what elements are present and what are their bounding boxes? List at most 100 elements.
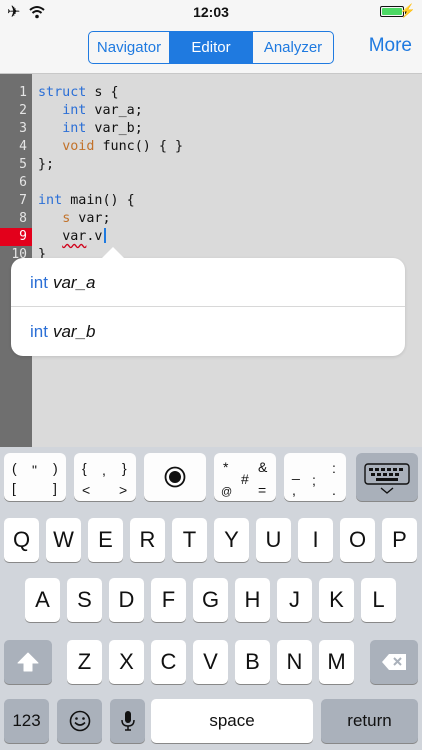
- keyword: int: [62, 103, 87, 118]
- completion-name: var_b: [52, 322, 96, 341]
- shift-key[interactable]: [4, 640, 52, 684]
- dictation-key[interactable]: [110, 699, 145, 743]
- key-k[interactable]: K: [319, 578, 354, 622]
- code-text: s {: [86, 85, 119, 100]
- key-u[interactable]: U: [256, 518, 291, 562]
- key-b[interactable]: B: [235, 640, 270, 684]
- code-text: var;: [70, 211, 111, 226]
- keyboard-hide-icon: [364, 463, 410, 494]
- key-v[interactable]: V: [193, 640, 228, 684]
- hide-keyboard-button[interactable]: [356, 453, 418, 501]
- key-s[interactable]: S: [67, 578, 102, 622]
- key-g[interactable]: G: [193, 578, 228, 622]
- status-time: 12:03: [193, 4, 229, 20]
- key-symbol: ": [32, 462, 37, 478]
- brackets-key[interactable]: ( " ) [ ]: [4, 453, 66, 501]
- key-t[interactable]: T: [172, 518, 207, 562]
- key-i[interactable]: I: [298, 518, 333, 562]
- line-number: 6: [19, 175, 27, 190]
- tab-analyzer[interactable]: Analyzer: [252, 32, 333, 63]
- autocomplete-popover: int var_a int var_b: [11, 247, 405, 356]
- code-line: int var_b;: [38, 120, 143, 138]
- key-n[interactable]: N: [277, 640, 312, 684]
- line-number: 4: [19, 139, 27, 154]
- key-z[interactable]: Z: [67, 640, 102, 684]
- key-symbol: >: [119, 482, 128, 498]
- key-h[interactable]: H: [235, 578, 270, 622]
- key-a[interactable]: A: [25, 578, 60, 622]
- key-symbol: ): [53, 460, 58, 476]
- key-symbol: .: [332, 482, 336, 498]
- key-r[interactable]: R: [130, 518, 165, 562]
- tab-navigator[interactable]: Navigator: [89, 32, 169, 63]
- key-l[interactable]: L: [361, 578, 396, 622]
- code-line: void func() { }: [38, 138, 183, 156]
- key-symbol: (: [12, 460, 17, 476]
- key-e[interactable]: E: [88, 518, 123, 562]
- line-number: 1: [19, 85, 27, 100]
- key-symbol: @: [221, 486, 233, 498]
- key-symbol: [: [12, 480, 16, 496]
- navigation-bar: Navigator Editor Analyzer More: [0, 24, 422, 74]
- charging-icon: ⚡: [399, 3, 416, 18]
- code-text: func() { }: [94, 139, 184, 154]
- shift-icon: [17, 652, 39, 672]
- completion-item[interactable]: int var_a: [11, 258, 405, 307]
- key-m[interactable]: M: [319, 640, 354, 684]
- keyword: int: [38, 193, 63, 208]
- code-line: };: [38, 157, 55, 172]
- line-number: 2: [19, 103, 27, 118]
- key-d[interactable]: D: [109, 578, 144, 622]
- return-key[interactable]: return: [321, 699, 418, 743]
- punctuation-key[interactable]: _ : ; , .: [284, 453, 346, 501]
- code-line: var.v: [38, 228, 106, 246]
- key-o[interactable]: O: [340, 518, 375, 562]
- key-symbol: =: [258, 482, 267, 498]
- tab-editor[interactable]: Editor: [169, 32, 252, 63]
- code-text: var_b;: [86, 121, 143, 136]
- keyboard: ( " ) [ ] { , } < > * & # @ = _ : ; , .: [0, 447, 422, 750]
- key-symbol: :: [332, 460, 336, 476]
- key-f[interactable]: F: [151, 578, 186, 622]
- key-symbol: _: [292, 464, 300, 480]
- line-number: 5: [19, 157, 27, 172]
- key-symbol: {: [82, 460, 87, 476]
- key-x[interactable]: X: [109, 640, 144, 684]
- key-y[interactable]: Y: [214, 518, 249, 562]
- key-q[interactable]: Q: [4, 518, 39, 562]
- braces-key[interactable]: { , } < >: [74, 453, 136, 501]
- code-line: struct s {: [38, 84, 119, 102]
- key-j[interactable]: J: [277, 578, 312, 622]
- key-symbol: ,: [292, 482, 296, 498]
- keyword: void: [62, 139, 95, 154]
- cursor-key[interactable]: [144, 453, 206, 501]
- text-cursor: [103, 228, 106, 243]
- code-line: int var_a;: [38, 102, 143, 120]
- completion-item[interactable]: int var_b: [11, 307, 405, 356]
- line-number: 8: [19, 211, 27, 226]
- key-symbol: <: [82, 482, 91, 498]
- code-text: main() {: [62, 193, 135, 208]
- key-symbol: ,: [102, 462, 106, 478]
- space-key[interactable]: space: [151, 699, 313, 743]
- completion-type: int: [30, 273, 48, 292]
- numbers-key[interactable]: 123: [4, 699, 49, 743]
- key-symbol: #: [241, 471, 249, 487]
- view-segmented-control: Navigator Editor Analyzer: [88, 31, 334, 64]
- more-button[interactable]: More: [369, 35, 412, 57]
- key-symbol: *: [223, 459, 229, 475]
- key-c[interactable]: C: [151, 640, 186, 684]
- code-text: .v: [86, 229, 103, 244]
- operators-key[interactable]: * & # @ =: [214, 453, 276, 501]
- key-w[interactable]: W: [46, 518, 81, 562]
- key-p[interactable]: P: [382, 518, 417, 562]
- key-symbol: }: [122, 460, 127, 476]
- emoji-key[interactable]: [57, 699, 102, 743]
- emoji-icon: [69, 710, 90, 732]
- record-icon: [164, 466, 186, 488]
- code-text: var_a;: [86, 103, 143, 118]
- code-line: int main() {: [38, 192, 135, 210]
- code-line: s var;: [38, 210, 111, 228]
- key-symbol: ]: [53, 480, 57, 496]
- delete-key[interactable]: [370, 640, 418, 684]
